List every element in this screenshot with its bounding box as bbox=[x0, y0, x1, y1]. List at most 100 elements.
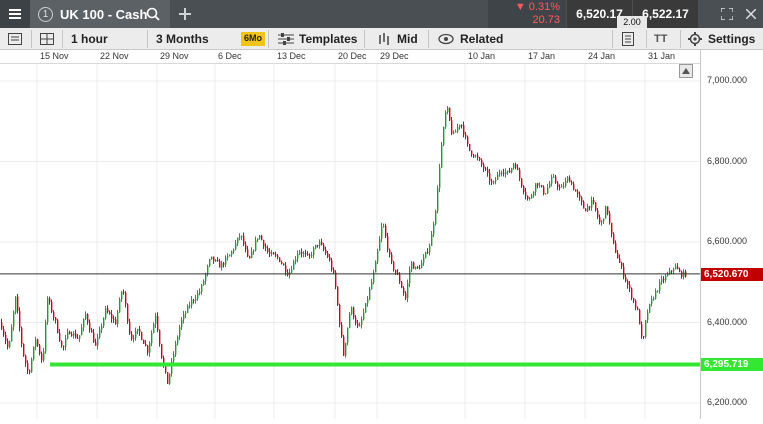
candle-body bbox=[197, 293, 199, 299]
candle-body bbox=[355, 317, 357, 324]
candle-body bbox=[15, 296, 17, 313]
candle-body bbox=[1, 322, 3, 329]
candle-body bbox=[655, 290, 657, 299]
price-type-button[interactable]: Mid bbox=[378, 28, 418, 50]
candle-body bbox=[523, 186, 525, 192]
candle-body bbox=[443, 127, 445, 145]
candle-body bbox=[165, 365, 167, 373]
candle-body bbox=[267, 248, 269, 253]
candle-body bbox=[139, 328, 141, 333]
candle-body bbox=[181, 319, 183, 328]
candle-body bbox=[61, 340, 63, 346]
candle-body bbox=[87, 314, 89, 323]
candlestick-plot[interactable] bbox=[0, 64, 700, 419]
add-tab-button[interactable] bbox=[171, 0, 199, 28]
candle-body bbox=[447, 107, 449, 113]
close-button[interactable] bbox=[740, 0, 762, 28]
candle-body bbox=[449, 107, 451, 121]
candle-body bbox=[151, 332, 153, 344]
candle-body bbox=[477, 155, 479, 158]
candle-body bbox=[555, 176, 557, 183]
candle-body bbox=[51, 301, 53, 312]
candle-body bbox=[371, 282, 373, 290]
candle-body bbox=[425, 252, 427, 258]
candle-body bbox=[9, 341, 11, 347]
candle-body bbox=[293, 261, 295, 270]
candle-body bbox=[169, 373, 171, 384]
candle-body bbox=[351, 307, 353, 314]
candle-body bbox=[107, 308, 109, 313]
templates-button[interactable]: Templates bbox=[278, 28, 357, 50]
chart-toolbar: 1 hour 3 Months 6Mo Templates Mid Relate… bbox=[0, 28, 763, 50]
candle-body bbox=[219, 261, 221, 268]
candle-body bbox=[223, 263, 225, 265]
settings-button[interactable]: Settings bbox=[688, 28, 755, 50]
candle-body bbox=[239, 236, 241, 238]
sliders-icon bbox=[278, 33, 294, 45]
candle-body bbox=[253, 250, 255, 252]
instrument-tab[interactable]: 1 UK 100 - Cash bbox=[30, 0, 170, 28]
candle-body bbox=[49, 298, 51, 302]
candle-body bbox=[383, 225, 385, 227]
candle-body bbox=[519, 169, 521, 179]
candle-body bbox=[575, 189, 577, 192]
related-button[interactable]: Related bbox=[438, 28, 503, 50]
candle-body bbox=[225, 257, 227, 265]
close-icon bbox=[746, 9, 756, 19]
candle-body bbox=[563, 186, 565, 188]
candle-body bbox=[629, 284, 631, 289]
candle-body bbox=[41, 353, 43, 361]
candle-body bbox=[489, 172, 491, 182]
expand-button[interactable] bbox=[716, 0, 738, 28]
candle-body bbox=[123, 291, 125, 293]
candle-body bbox=[591, 200, 593, 208]
candle-body bbox=[459, 124, 461, 128]
price-chart[interactable] bbox=[0, 64, 700, 419]
date-label: 13 Dec bbox=[277, 51, 306, 61]
candle-body bbox=[439, 167, 441, 189]
candle-body bbox=[65, 338, 67, 347]
candle-body bbox=[55, 317, 57, 321]
range-selector[interactable]: 3 Months bbox=[156, 28, 209, 50]
layout-button[interactable] bbox=[40, 28, 54, 50]
panel-toggle-button[interactable] bbox=[8, 28, 22, 50]
candle-body bbox=[339, 304, 341, 325]
date-label: 29 Dec bbox=[380, 51, 409, 61]
search-icon[interactable] bbox=[146, 7, 160, 21]
panel-icon bbox=[8, 33, 22, 45]
candle-body bbox=[333, 269, 335, 273]
candle-body bbox=[623, 266, 625, 277]
candle-body bbox=[211, 256, 213, 260]
support-price-tag: 6,295.719 bbox=[701, 358, 763, 372]
candle-body bbox=[597, 210, 599, 217]
hamburger-menu[interactable] bbox=[0, 0, 30, 28]
candle-body bbox=[99, 329, 101, 338]
candle-body bbox=[53, 311, 55, 318]
candle-body bbox=[247, 249, 249, 257]
candle-body bbox=[27, 363, 29, 371]
candle-body bbox=[631, 288, 633, 299]
candle-body bbox=[379, 238, 381, 251]
spread-badge: 2.00 bbox=[617, 16, 647, 28]
text-size-icon[interactable]: TT bbox=[654, 28, 667, 50]
range-badge[interactable]: 6Mo bbox=[241, 32, 265, 46]
candle-body bbox=[389, 249, 391, 255]
scroll-to-latest-icon[interactable] bbox=[679, 64, 693, 78]
candle-body bbox=[319, 241, 321, 246]
candle-body bbox=[111, 313, 113, 319]
notes-button[interactable] bbox=[622, 28, 634, 50]
candle-body bbox=[515, 164, 517, 168]
candle-body bbox=[243, 235, 245, 245]
candle-body bbox=[229, 254, 231, 257]
candle-body bbox=[621, 262, 623, 267]
candle-body bbox=[485, 168, 487, 170]
candle-body bbox=[607, 206, 609, 214]
candle-body bbox=[7, 341, 9, 347]
candle-body bbox=[395, 269, 397, 273]
candle-body bbox=[227, 256, 229, 258]
candle-body bbox=[413, 262, 415, 269]
candle-body bbox=[209, 259, 211, 266]
interval-selector[interactable]: 1 hour bbox=[71, 28, 108, 50]
candle-body bbox=[639, 309, 641, 325]
date-label: 15 Nov bbox=[40, 51, 69, 61]
